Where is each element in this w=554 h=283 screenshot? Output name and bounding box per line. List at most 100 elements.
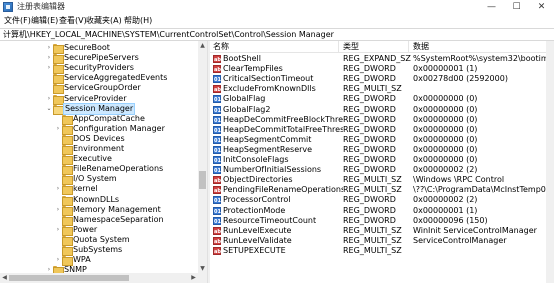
folder-icon — [62, 155, 73, 166]
value-row[interactable]: ab BootShell REG_EXPAND_SZ %SystemRoot%\sys… — [210, 54, 554, 64]
tree-node[interactable]: I/O System — [0, 174, 198, 186]
chevron-right-icon[interactable]: › — [46, 95, 52, 102]
tree-node[interactable]: ⌄ Session Manager — [0, 102, 198, 115]
tree-scroll-thumb[interactable] — [199, 171, 206, 189]
menu-view[interactable]: 查看(V) — [59, 16, 87, 26]
tree-node[interactable]: › Configuration Manager — [0, 124, 198, 135]
tree-node[interactable]: › SecurePipeServers — [0, 53, 198, 65]
address-path[interactable]: 计算机\HKEY_LOCAL_MACHINE\SYSTEM\CurrentCon… — [3, 30, 334, 40]
folder-icon — [62, 124, 73, 135]
value-row[interactable]: 01 InitConsoleFlags REG_DWORD 0x00000000 (0… — [210, 155, 554, 165]
tree-node[interactable]: › SNMP — [0, 265, 198, 273]
tree-node-label: Power — [73, 224, 98, 234]
tree-node[interactable]: › Memory Management — [0, 205, 198, 216]
tree-node[interactable]: › kernel — [0, 184, 198, 196]
scroll-up-arrow-icon[interactable]: ▲ — [198, 41, 207, 50]
binary-value-icon: 01 — [213, 206, 221, 215]
tree-node[interactable]: DOS Devices — [0, 134, 198, 145]
chevron-right-icon[interactable]: › — [55, 226, 61, 233]
binary-value-icon: 01 — [213, 105, 221, 114]
value-row[interactable]: 01HeapDeCommitTotalFreeThresho...REG_DWO… — [210, 125, 554, 135]
chevron-right-icon[interactable]: › — [46, 45, 52, 51]
menu-favorites[interactable]: 收藏夹(A) — [86, 16, 122, 26]
value-row[interactable]: ab ExcludeFromKnownDlls REG_MULTI_SZ — [210, 84, 554, 94]
tree-node[interactable]: Quota System — [0, 235, 198, 246]
value-row[interactable]: 01 ResourceTimeoutCount REG_DWORD 0x0000009… — [210, 216, 554, 226]
tree-node[interactable]: SubSystems — [0, 245, 198, 256]
chevron-down-icon[interactable]: ⌄ — [46, 105, 52, 112]
value-name: HeapDeCommitFreeBlockThresh... — [223, 114, 343, 124]
value-data: 0x00000000 (0) — [413, 94, 478, 104]
tree-node[interactable]: FileRenameOperations — [0, 164, 198, 176]
chevron-right-icon[interactable]: › — [55, 125, 61, 132]
chevron-right-icon[interactable]: › — [46, 65, 52, 71]
tree-vertical-scrollbar[interactable]: ▲ ▼ — [198, 41, 207, 273]
tree-horizontal-scrollbar[interactable]: ◀ ▶ — [0, 273, 207, 283]
column-header-data[interactable]: 数据 — [413, 42, 429, 52]
tree-node[interactable]: Environment — [0, 144, 198, 155]
value-row[interactable]: ab RunLevelExecute REG_MULTI_SZ WinInit Ser… — [210, 226, 554, 236]
value-name: PendingFileRenameOperations — [223, 185, 343, 195]
tree-node[interactable]: AppCompatCache — [0, 114, 198, 125]
tree-hscroll-thumb[interactable] — [9, 275, 129, 281]
value-name: InitConsoleFlags — [223, 155, 289, 164]
maximize-button[interactable]: ☐ — [504, 0, 529, 14]
tree-node[interactable]: KnownDLLs — [0, 195, 198, 206]
chevron-right-icon[interactable]: › — [46, 55, 52, 61]
tree-node[interactable]: › SecurityProviders — [0, 63, 198, 75]
address-bar[interactable]: 计算机\HKEY_LOCAL_MACHINE\SYSTEM\CurrentCon… — [0, 28, 554, 41]
tree-node[interactable]: ServiceGroupOrder — [0, 83, 198, 95]
key-tree-pane[interactable]: › SecureBoot › SecurePipeServers › SecurityPr… — [0, 41, 207, 273]
value-row[interactable]: ab SETUPEXECUTE REG_MULTI_SZ — [210, 246, 554, 256]
column-header-name[interactable]: 名称 — [213, 42, 229, 52]
value-type: REG_MULTI_SZ — [343, 175, 402, 185]
value-type: REG_DWORD — [343, 64, 396, 74]
chevron-right-icon — [55, 197, 61, 203]
menu-file[interactable]: 文件(F) — [4, 16, 31, 26]
value-row[interactable]: ab PendingFileRenameOperations REG_MULTI_S… — [210, 185, 554, 195]
chevron-right-icon[interactable]: › — [55, 257, 61, 263]
menu-edit[interactable]: 编辑(E) — [31, 16, 58, 26]
value-row[interactable]: 01 CriticalSectionTimeout REG_DWORD 0x00278… — [210, 74, 554, 84]
value-row[interactable]: ab ObjectDirectories REG_MULTI_SZ \Windows … — [210, 175, 554, 185]
binary-value-icon: 01 — [213, 135, 221, 144]
tree-node-label: Environment — [73, 144, 125, 153]
value-type: REG_DWORD — [343, 124, 396, 134]
value-row[interactable]: 01HeapDeCommitFreeBlockThresh...REG_DWOR… — [210, 115, 554, 125]
column-header-type[interactable]: 类型 — [343, 42, 359, 52]
tree-node[interactable]: › WPA — [0, 255, 198, 267]
tree-node-label: SNMP — [64, 265, 87, 273]
list-vertical-scrollbar[interactable] — [546, 41, 554, 283]
value-name: GlobalFlag2 — [223, 104, 271, 114]
value-row[interactable]: ab RunLevelValidate REG_MULTI_SZ ServiceCon… — [210, 236, 554, 246]
tree-node[interactable]: › ServiceProvider — [0, 94, 198, 105]
folder-icon — [53, 44, 64, 54]
registry-editor-window: 注册表编辑器 — ☐ ✕ 文件(F) 编辑(E) 查看(V) 收藏夹(A) 帮助… — [0, 0, 554, 283]
value-row[interactable]: 01 NumberOfInitialSessions REG_DWORD 0x0000… — [210, 165, 554, 175]
scroll-right-arrow-icon[interactable]: ▶ — [189, 273, 198, 283]
menu-bar: 文件(F) 编辑(E) 查看(V) 收藏夹(A) 帮助(H) — [0, 14, 554, 28]
column-divider[interactable] — [338, 41, 339, 53]
scroll-left-arrow-icon[interactable]: ◀ — [0, 273, 9, 283]
value-row[interactable]: 01 ProtectionMode REG_DWORD 0x00000001 (1) — [210, 206, 554, 216]
tree-node[interactable]: › Power — [0, 224, 198, 236]
tree-node[interactable]: NamespaceSeparation — [0, 215, 198, 226]
tree-node[interactable]: ServiceAggregatedEvents — [0, 73, 198, 85]
tree-node[interactable]: Executive — [0, 154, 198, 166]
value-row[interactable]: 01 HeapSegmentCommit REG_DWORD 0x00000000 (… — [210, 135, 554, 145]
chevron-right-icon[interactable]: › — [55, 186, 61, 192]
minimize-button[interactable]: — — [479, 0, 504, 14]
value-row[interactable]: 01 GlobalFlag2 REG_DWORD 0x00000000 (0) — [210, 105, 554, 115]
scroll-down-arrow-icon[interactable]: ▼ — [198, 264, 207, 273]
value-row[interactable]: 01 GlobalFlag REG_DWORD 0x00000000 (0) — [210, 94, 554, 104]
close-button[interactable]: ✕ — [529, 0, 554, 14]
value-type: REG_DWORD — [343, 104, 396, 114]
menu-help[interactable]: 帮助(H) — [124, 16, 152, 26]
column-divider[interactable] — [408, 41, 409, 53]
value-row[interactable]: ab ClearTempFiles REG_DWORD 0x00000001 (1) — [210, 64, 554, 74]
chevron-right-icon[interactable]: › — [55, 206, 61, 213]
value-row[interactable]: 01 HeapSegmentReserve REG_DWORD 0x00000000 … — [210, 145, 554, 155]
tree-node[interactable]: › SecureBoot — [0, 43, 198, 54]
value-row[interactable]: 01 ProcessorControl REG_DWORD 0x00000002 (2… — [210, 195, 554, 205]
values-list-pane[interactable]: 名称 类型 数据 ab BootShell REG_EXPAND_SZ %System… — [210, 41, 554, 283]
